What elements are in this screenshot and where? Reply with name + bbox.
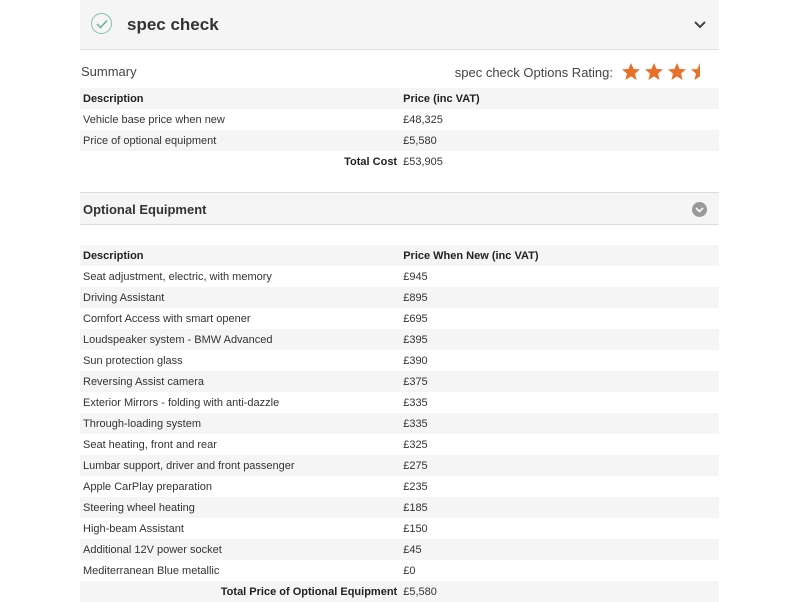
table-row: Comfort Access with smart opener £695: [80, 308, 719, 329]
row-price: £235: [403, 480, 428, 493]
row-price: £5,580: [400, 130, 719, 151]
row-description: Seat adjustment, electric, with memory: [83, 270, 272, 283]
spec-check-header[interactable]: spec check: [80, 0, 719, 50]
row-price: £45: [400, 539, 719, 560]
chevron-down-icon[interactable]: [693, 17, 707, 29]
optional-equipment-table: Description Price When New (inc VAT) Sea…: [80, 245, 719, 602]
total-optional-value: £5,580: [400, 581, 719, 602]
star-icon: [622, 63, 640, 80]
row-price: £335: [400, 413, 719, 434]
row-price: £185: [400, 497, 719, 518]
star-icon: [645, 63, 663, 80]
row-price: £375: [400, 371, 719, 392]
row-description: Sun protection glass: [83, 354, 183, 367]
column-header-price: Price (inc VAT): [400, 88, 719, 109]
row-price: £150: [403, 522, 428, 535]
total-cost-label: Total Cost: [344, 155, 398, 168]
row-description: Vehicle base price when new: [83, 113, 225, 126]
row-description: Mediterranean Blue metallic: [83, 564, 220, 577]
rating-stars: [621, 62, 710, 82]
table-row: Vehicle base price when new £48,325: [80, 109, 719, 130]
optional-equipment-header[interactable]: Optional Equipment: [80, 192, 719, 225]
row-price: £325: [403, 438, 428, 451]
row-description: Lumbar support, driver and front passeng…: [80, 455, 401, 476]
check-circle-icon: [91, 13, 112, 34]
row-price: £48,325: [403, 113, 443, 126]
row-description: Loudspeaker system - BMW Advanced: [80, 329, 401, 350]
total-row: Total Price of Optional Equipment £5,580: [80, 581, 719, 602]
row-description: Steering wheel heating: [80, 497, 401, 518]
section-title: Optional Equipment: [83, 202, 207, 217]
column-header-price: Price When New (inc VAT): [400, 245, 719, 266]
column-header-description: Description: [80, 245, 401, 266]
total-row: Total Cost £53,905: [80, 151, 719, 172]
row-description: Exterior Mirrors - folding with anti-daz…: [83, 396, 280, 409]
star-icon: [668, 63, 686, 80]
chevron-down-icon[interactable]: [692, 202, 707, 217]
summary-label: Summary: [81, 64, 137, 79]
row-price: £390: [403, 354, 428, 367]
row-price: £335: [403, 396, 428, 409]
row-description: Comfort Access with smart opener: [83, 312, 251, 325]
table-row: Exterior Mirrors - folding with anti-daz…: [80, 392, 719, 413]
table-row: Apple CarPlay preparation £235: [80, 476, 719, 497]
table-row: Through-loading system £335: [80, 413, 719, 434]
row-price: £945: [403, 270, 428, 283]
column-header-description: Description: [80, 88, 401, 109]
table-row: Mediterranean Blue metallic £0: [80, 560, 719, 581]
row-price: £895: [400, 287, 719, 308]
table-row: Reversing Assist camera £375: [80, 371, 719, 392]
row-price: £0: [403, 564, 416, 577]
row-description: Apple CarPlay preparation: [83, 480, 213, 493]
table-row: Loudspeaker system - BMW Advanced £395: [80, 329, 719, 350]
row-description: Seat heating, front and rear: [83, 438, 217, 451]
table-row: Steering wheel heating £185: [80, 497, 719, 518]
row-description: Additional 12V power socket: [80, 539, 401, 560]
page-title: spec check: [127, 15, 219, 34]
table-row: Price of optional equipment £5,580: [80, 130, 719, 151]
rating-label: spec check Options Rating:: [454, 65, 613, 80]
total-optional-label: Total Price of Optional Equipment: [80, 581, 401, 602]
row-description: Through-loading system: [80, 413, 401, 434]
row-price: £395: [400, 329, 719, 350]
summary-table: Description Price (inc VAT) Vehicle base…: [80, 88, 719, 172]
row-description: Reversing Assist camera: [80, 371, 401, 392]
half-star-icon: [691, 63, 700, 80]
row-description: Driving Assistant: [80, 287, 401, 308]
table-row: Sun protection glass £390: [80, 350, 719, 371]
table-row: Lumbar support, driver and front passeng…: [80, 455, 719, 476]
table-row: Driving Assistant £895: [80, 287, 719, 308]
table-row: Additional 12V power socket £45: [80, 539, 719, 560]
table-row: High-beam Assistant £150: [80, 518, 719, 539]
spec-check-panel: spec check Summary spec check Options Ra…: [80, 0, 719, 602]
table-row: Seat adjustment, electric, with memory £9…: [80, 266, 719, 287]
row-description: Price of optional equipment: [80, 130, 401, 151]
summary-bar: Summary spec check Options Rating:: [80, 50, 719, 88]
table-row: Seat heating, front and rear £325: [80, 434, 719, 455]
row-description: High-beam Assistant: [83, 522, 184, 535]
table-header-row: Description Price (inc VAT): [80, 88, 719, 109]
row-price: £695: [403, 312, 428, 325]
table-header-row: Description Price When New (inc VAT): [80, 245, 719, 266]
row-price: £275: [400, 455, 719, 476]
total-cost-value: £53,905: [403, 155, 443, 168]
